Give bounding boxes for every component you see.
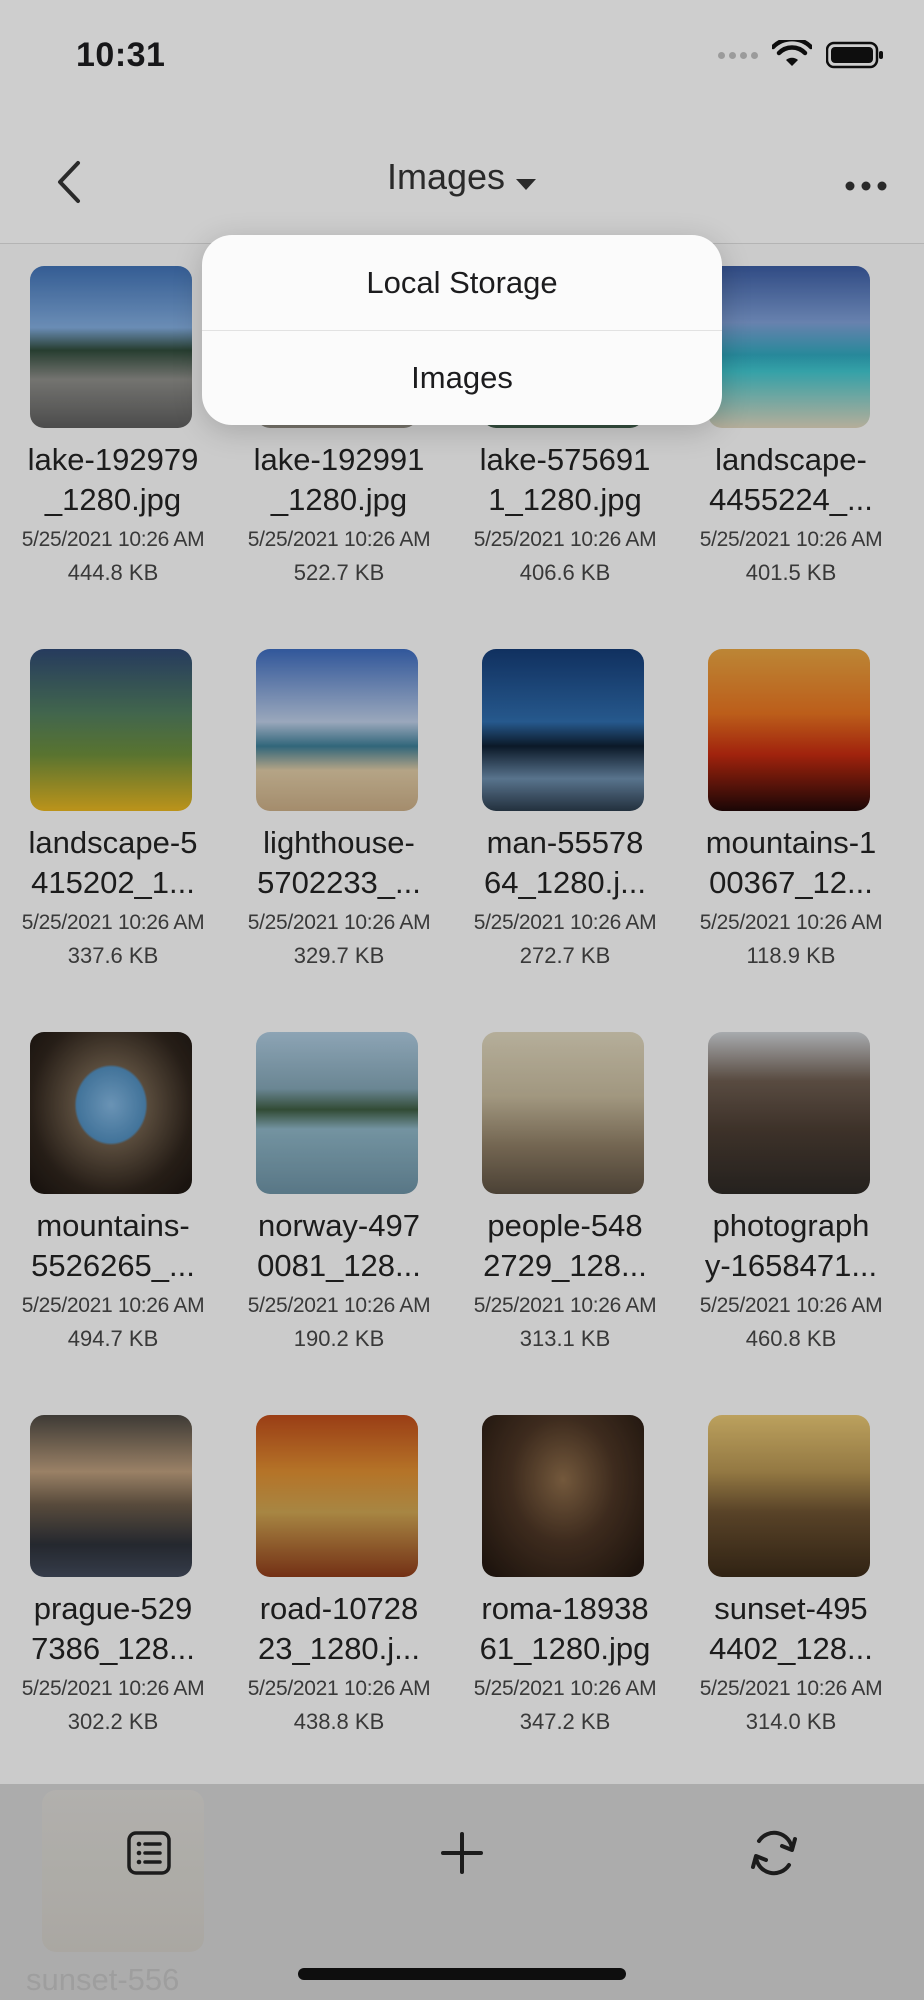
menu-item-local-storage[interactable]: Local Storage [202,235,722,330]
menu-item-images[interactable]: Images [202,330,722,425]
location-dropdown-menu: Local Storage Images [202,235,722,425]
